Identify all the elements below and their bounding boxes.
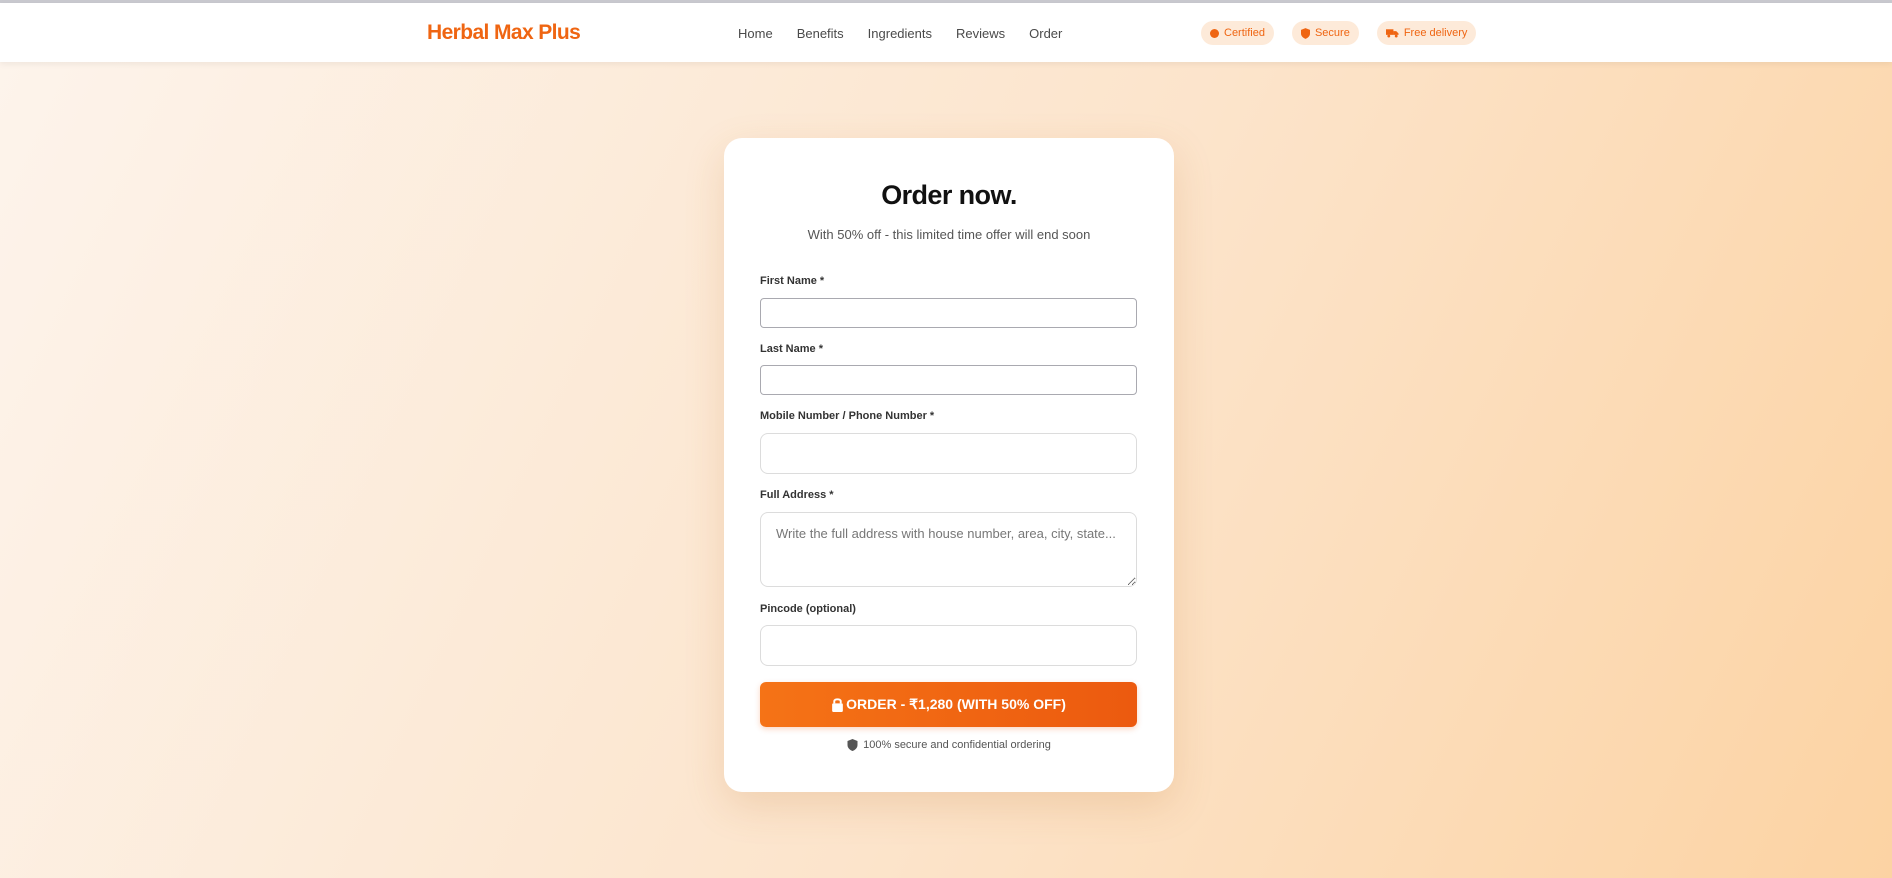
last-name-input[interactable]	[760, 365, 1137, 395]
phone-label: Mobile Number / Phone Number *	[760, 410, 935, 422]
nav-link-ingredients[interactable]: Ingredients	[868, 26, 932, 41]
badge-certified-label: Certified	[1224, 27, 1265, 39]
pincode-input[interactable]	[760, 625, 1137, 666]
badge-free-delivery: Free delivery	[1376, 21, 1477, 45]
order-form-card: Order now. With 50% off - this limited t…	[724, 138, 1174, 792]
nav-link-order[interactable]: Order	[1029, 26, 1062, 41]
badge-free-delivery-label: Free delivery	[1403, 27, 1468, 39]
phone-input[interactable]	[760, 433, 1137, 474]
nav-link-benefits[interactable]: Benefits	[797, 26, 844, 41]
shield-icon	[1300, 27, 1310, 39]
form-title: Order now.	[881, 180, 1017, 210]
order-submit-button[interactable]: ORDER - ₹1,280 (WITH 50% OFF)	[760, 682, 1137, 727]
address-label: Full Address *	[760, 489, 834, 501]
badge-certified: Certified	[1201, 21, 1274, 45]
first-name-label: First Name *	[760, 275, 825, 287]
truck-icon	[1385, 29, 1399, 38]
site-header: Herbal Max Plus Home Benefits Ingredient…	[0, 3, 1892, 62]
secure-note: 100% secure and confidential ordering	[724, 739, 1174, 751]
order-submit-label: ORDER - ₹1,280 (WITH 50% OFF)	[846, 696, 1066, 712]
brand-logo[interactable]: Herbal Max Plus	[427, 21, 581, 45]
badge-secure: Secure	[1291, 21, 1359, 45]
form-subtitle: With 50% off - this limited time offer w…	[807, 227, 1091, 242]
last-name-label: Last Name *	[760, 343, 823, 355]
shield-icon	[847, 739, 858, 751]
nav-link-home[interactable]: Home	[738, 26, 773, 41]
pincode-label: Pincode (optional)	[760, 603, 856, 615]
circle-icon	[1210, 28, 1219, 38]
nav-link-reviews[interactable]: Reviews	[956, 26, 1005, 41]
secure-note-text: 100% secure and confidential ordering	[863, 739, 1051, 751]
badge-secure-label: Secure	[1314, 27, 1350, 39]
trust-badges: Certified Secure Free delivery	[1201, 21, 1494, 45]
first-name-input[interactable]	[760, 298, 1137, 328]
address-textarea[interactable]	[760, 512, 1137, 587]
lock-icon	[832, 698, 843, 712]
main-nav: Home Benefits Ingredients Reviews Order	[738, 26, 1086, 41]
